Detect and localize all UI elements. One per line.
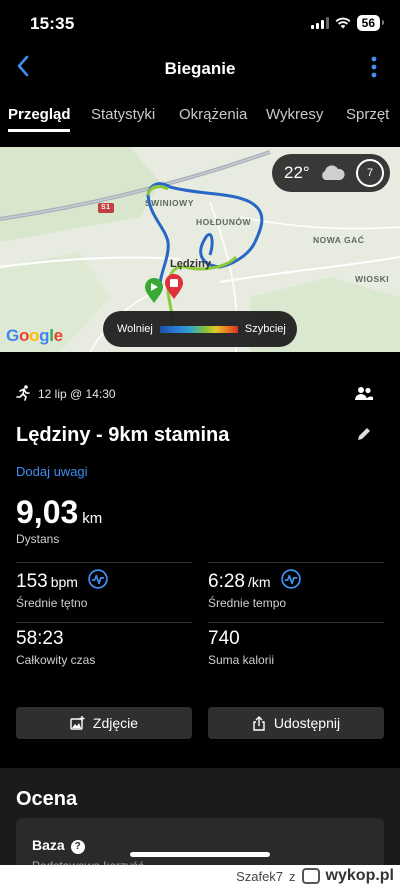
card-title: Baza? [32,837,85,854]
edit-pencil-icon[interactable] [356,426,372,442]
google-logo: Google [6,326,63,345]
add-photo-label: Zdjęcie [92,715,139,731]
watermark-sep: z [289,868,296,884]
tab-statystyki[interactable]: Statystyki [91,106,155,123]
distance-unit: km [82,510,103,527]
cloud-icon [321,165,345,180]
wind-speed: 7 [366,167,374,179]
add-photo-button[interactable]: Zdjęcie [16,707,192,739]
activity-title: Lędziny - 9km stamina [16,424,230,446]
wind-indicator: 7 [356,159,384,187]
activity-date: 12 lip @ 14:30 [38,387,116,401]
divider [208,622,384,623]
map-label-ledziny: Lędziny [170,258,211,270]
wykop-logo-icon [301,868,320,884]
pace-stat: 6:28/km Średnie tempo [208,569,301,610]
wifi-icon [335,17,351,29]
pace-gradient-bar [159,325,238,333]
help-icon[interactable]: ? [70,840,85,854]
calories-label: Suma kalorii [208,653,275,667]
more-vertical-icon[interactable] [370,55,378,79]
add-note-link[interactable]: Dodaj uwagi [16,464,88,479]
heart-rate-chart-icon[interactable] [88,569,109,589]
route-map[interactable]: S1 ŚWINIOWY HOŁDUNÓW NOWA GAĆ WIOSKI Lęd… [0,147,400,352]
stop-marker-icon [165,274,183,299]
share-label: Udostępnij [273,715,341,731]
total-time-value: 58:23 [16,628,64,649]
divider [16,562,192,563]
tab-okrazenia[interactable]: Okrążenia [179,106,247,123]
pace-chart-icon[interactable] [281,569,301,589]
add-photo-icon [70,716,85,730]
signal-icon [310,17,329,29]
pace-unit: /km [247,574,271,590]
rating-heading: Ocena [16,788,78,810]
status-bar: 15:35 56 [0,0,400,44]
activity-meta: 12 lip @ 14:30 [16,382,384,406]
total-time-label: Całkowity czas [16,653,96,667]
tab-wykresy[interactable]: Wykresy [266,106,323,123]
weather-badge: 22° 7 [272,154,390,192]
divider [208,562,384,563]
pace-legend: Wolniej Szybciej [103,311,297,347]
distance-value: 9,03 [16,494,79,530]
legend-fast-label: Szybciej [244,323,286,335]
tab-przeglad[interactable]: Przegląd [8,106,71,123]
heart-rate-value: 153 [16,571,48,592]
start-marker-icon [145,278,163,303]
heart-rate-stat: 153 bpm Średnie tętno [16,569,109,610]
card-title-text: Baza [32,837,65,853]
tab-bar: Przegląd Statystyki Okrążenia Wykresy Sp… [0,96,400,132]
watermark: Szafek7 z wykop.pl [236,867,394,885]
share-button[interactable]: Udostępnij [208,707,384,739]
total-time-stat: 58:23 Całkowity czas [16,628,95,667]
weather-temp: 22° [284,163,310,182]
heart-rate-label: Średnie tętno [16,596,88,610]
running-icon [16,385,30,401]
nav-bar: Bieganie [0,44,400,92]
share-icon [253,715,265,731]
home-indicator[interactable] [130,852,270,857]
distance-stat: 9,03 km Dystans [16,494,103,546]
tab-sprzet[interactable]: Sprzęt [346,106,389,123]
status-icons: 56 [310,15,385,31]
status-time: 15:35 [30,14,75,33]
people-icon[interactable] [354,386,374,402]
calories-value: 740 [208,628,240,649]
active-tab-indicator [8,129,70,132]
legend-slow-label: Wolniej [117,323,153,335]
calories-stat: 740 Suma kalorii [208,628,274,667]
divider [16,622,192,623]
distance-label: Dystans [16,532,60,546]
heart-rate-unit: bpm [50,574,78,590]
page-title: Bieganie [164,59,236,78]
watermark-user: Szafek7 [236,868,284,884]
watermark-brand: wykop.pl [325,867,394,884]
pace-value: 6:28 [208,571,245,592]
battery-indicator: 56 [356,15,385,31]
pace-label: Średnie tempo [208,596,287,610]
